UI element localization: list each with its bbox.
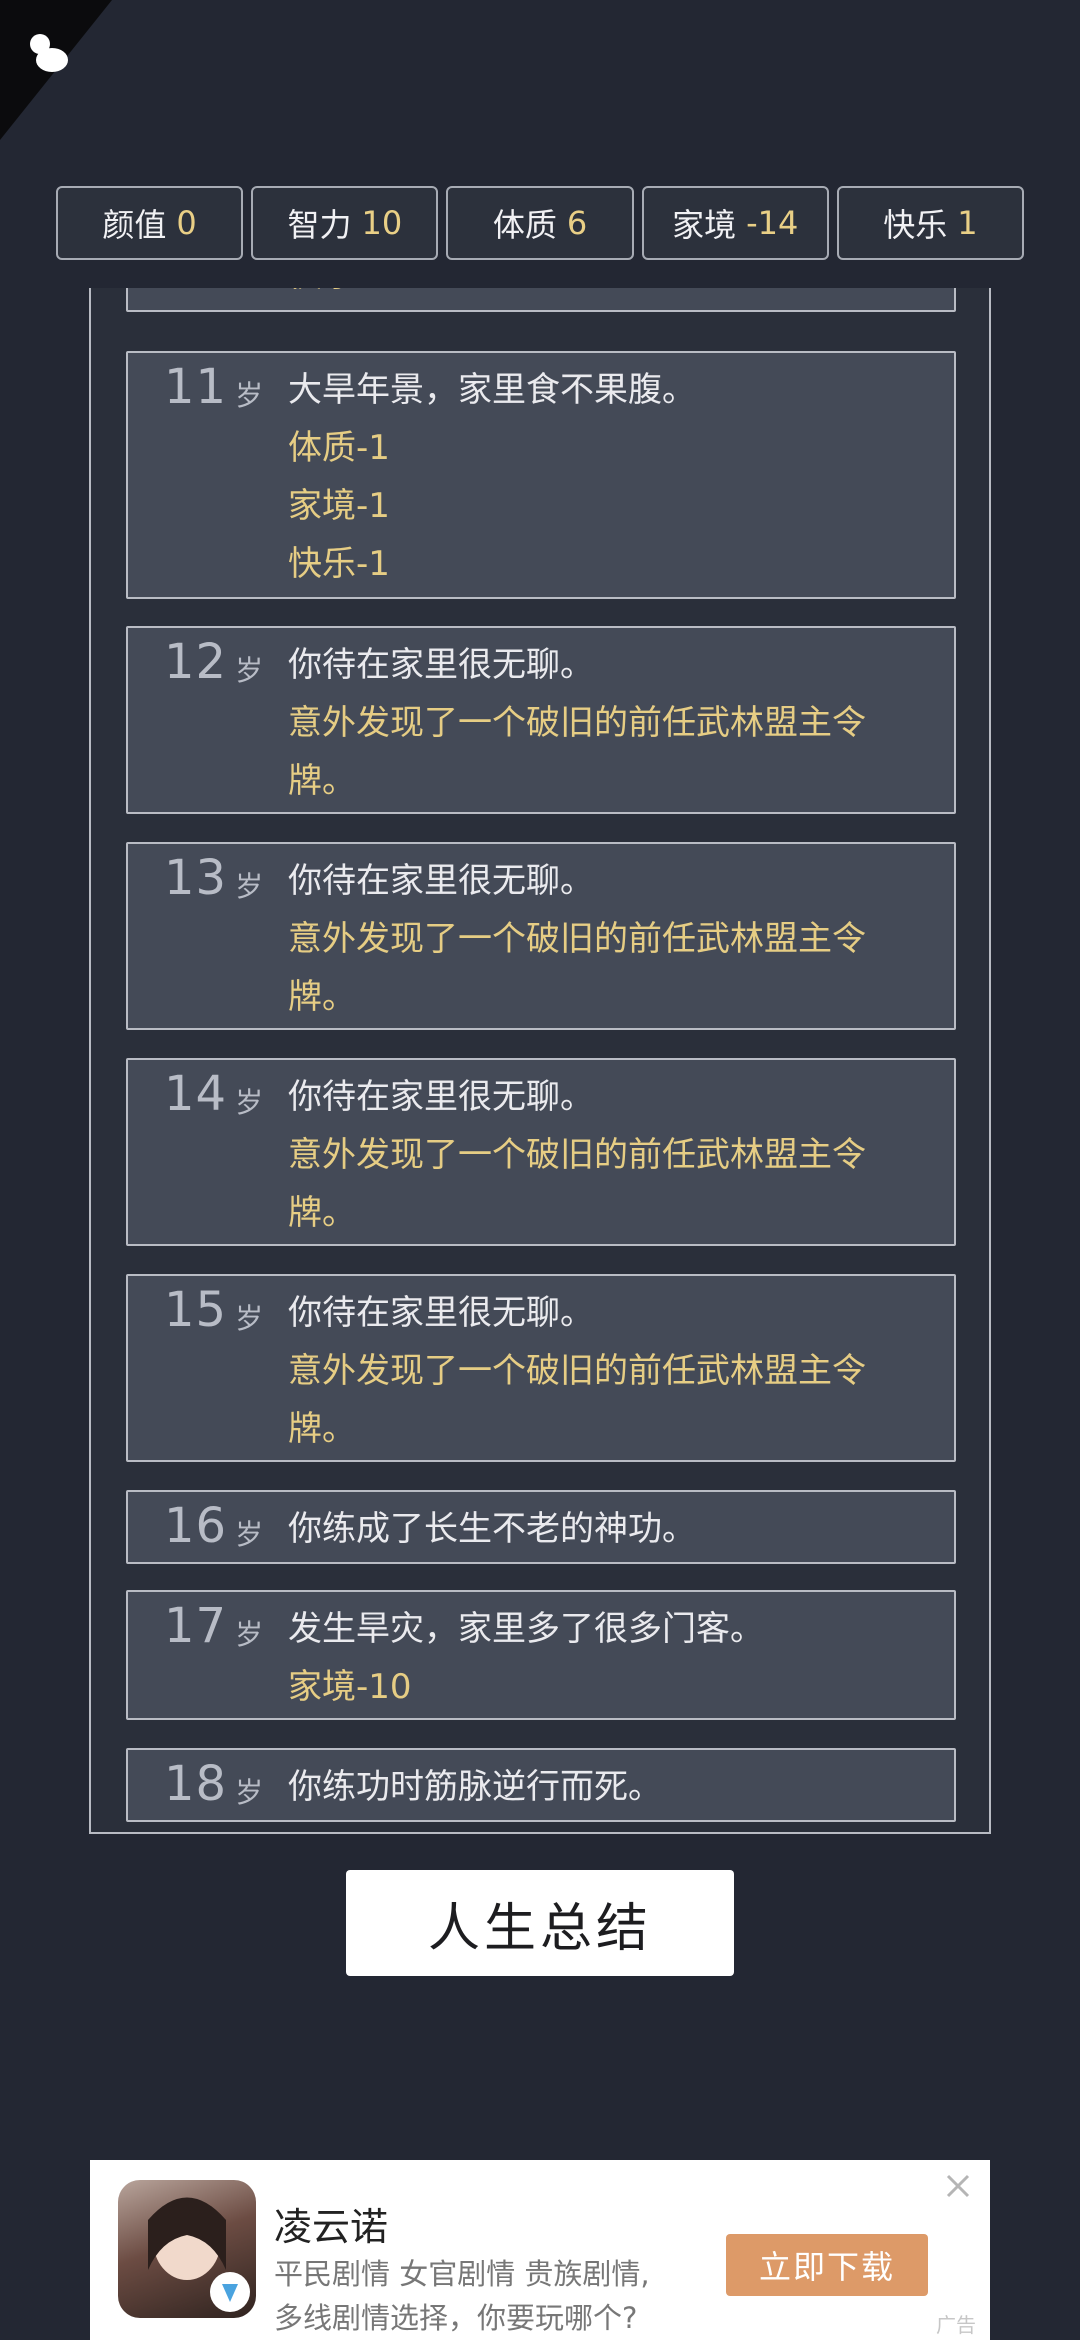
ad-banner[interactable]: 凌云诺 平民剧情 女官剧情 贵族剧情, 多线剧情选择，你要玩哪个? 立即下载 广… xyxy=(90,2160,990,2340)
stat-label: 智力 xyxy=(287,206,352,244)
close-icon[interactable] xyxy=(938,2166,978,2206)
event-age: 14 岁 xyxy=(164,1066,265,1122)
event-card-age-13: 13 岁 你待在家里很无聊。 意外发现了一个破旧的前任武林盟主令 牌。 xyxy=(126,842,956,1030)
life-events-panel[interactable]: 快乐-1 11岁 大旱年景，家里食不果腹。 体质-1 家境-1 快乐-1 12岁… xyxy=(89,288,991,1834)
event-age: 12 岁 xyxy=(164,634,265,690)
stat-constitution: 体质 6 xyxy=(446,186,634,260)
event-card-age-11: 11 岁 大旱年景，家里食不果腹。 体质-1 家境-1 快乐-1 xyxy=(126,351,956,599)
event-age: 13 岁 xyxy=(164,850,265,906)
ad-game-icon[interactable] xyxy=(118,2180,256,2318)
ad-download-button[interactable]: 立即下载 xyxy=(726,2234,928,2296)
event-line: 家境-1 xyxy=(288,486,390,526)
event-line: 快乐-1 xyxy=(288,544,390,584)
stat-value: 0 xyxy=(176,204,197,242)
event-line: 牌。 xyxy=(288,761,356,801)
stat-happiness: 快乐 1 xyxy=(836,186,1025,260)
ad-description: 平民剧情 女官剧情 贵族剧情, 多线剧情选择，你要玩哪个? xyxy=(274,2257,650,2335)
event-line: 你练成了长生不老的神功。 xyxy=(288,1509,696,1549)
event-line: 你练功时筋脉逆行而死。 xyxy=(288,1767,662,1807)
stat-value: 6 xyxy=(566,204,588,242)
stat-label: 颜值 xyxy=(102,206,167,244)
event-card-age-15: 15 岁 你待在家里很无聊。 意外发现了一个破旧的前任武林盟主令 牌。 xyxy=(126,1274,956,1462)
life-summary-button[interactable]: 人生总结 xyxy=(346,1870,734,1976)
stat-intelligence: 智力 10 xyxy=(251,186,439,260)
event-line: 体质-1 xyxy=(288,428,390,468)
event-card-age-18: 18 岁 你练功时筋脉逆行而死。 xyxy=(126,1748,956,1822)
event-line: 家境-10 xyxy=(288,1667,412,1707)
event-line: 牌。 xyxy=(288,977,356,1017)
stat-value: 10 xyxy=(361,204,403,242)
pawn-icon[interactable] xyxy=(24,30,74,80)
event-line: 意外发现了一个破旧的前任武林盟主令 xyxy=(288,703,866,743)
event-age: 15 岁 xyxy=(164,1282,265,1338)
ad-title[interactable]: 凌云诺 xyxy=(274,2196,388,2251)
stat-appearance: 颜值 0 xyxy=(56,186,244,260)
event-age: 17 岁 xyxy=(164,1598,265,1654)
event-age: 16 岁 xyxy=(164,1498,265,1554)
stat-label: 体质 xyxy=(492,206,557,244)
stat-value: 1 xyxy=(957,204,978,242)
event-card-partial: 快乐-1 xyxy=(126,288,956,312)
event-line: 快乐-1 xyxy=(288,288,924,304)
event-card-age-17: 17 岁 发生旱灾，家里多了很多门客。 家境-10 xyxy=(126,1590,956,1720)
stat-label: 家境 xyxy=(672,206,737,244)
stat-family: 家境 -14 xyxy=(641,186,829,260)
event-line: 牌。 xyxy=(288,1193,356,1233)
event-card-age-12: 12 岁 你待在家里很无聊。 意外发现了一个破旧的前任武林盟主令 牌。 xyxy=(126,626,956,814)
event-line: 大旱年景，家里食不果腹。 xyxy=(288,370,696,410)
event-line: 你待在家里很无聊。 xyxy=(288,861,594,901)
event-card-age-14: 14 岁 你待在家里很无聊。 意外发现了一个破旧的前任武林盟主令 牌。 xyxy=(126,1058,956,1246)
event-line: 你待在家里很无聊。 xyxy=(288,1077,594,1117)
event-line: 你待在家里很无聊。 xyxy=(288,645,594,685)
event-line: 意外发现了一个破旧的前任武林盟主令 xyxy=(288,1135,866,1175)
event-line: 发生旱灾，家里多了很多门客。 xyxy=(288,1609,764,1649)
event-line: 你待在家里很无聊。 xyxy=(288,1293,594,1333)
stat-value: -14 xyxy=(746,204,799,242)
ad-label: 广告 xyxy=(936,2313,976,2337)
event-card-age-16: 16 岁 你练成了长生不老的神功。 xyxy=(126,1490,956,1564)
event-line: 意外发现了一个破旧的前任武林盟主令 xyxy=(288,1351,866,1391)
event-line: 牌。 xyxy=(288,1409,356,1449)
event-line: 意外发现了一个破旧的前任武林盟主令 xyxy=(288,919,866,959)
event-age: 18 岁 xyxy=(164,1756,265,1812)
event-age: 11 岁 xyxy=(164,359,265,415)
attribute-bar: 颜值 0 智力 10 体质 6 家境 -14 快乐 1 xyxy=(56,186,1025,260)
stat-label: 快乐 xyxy=(883,206,948,244)
